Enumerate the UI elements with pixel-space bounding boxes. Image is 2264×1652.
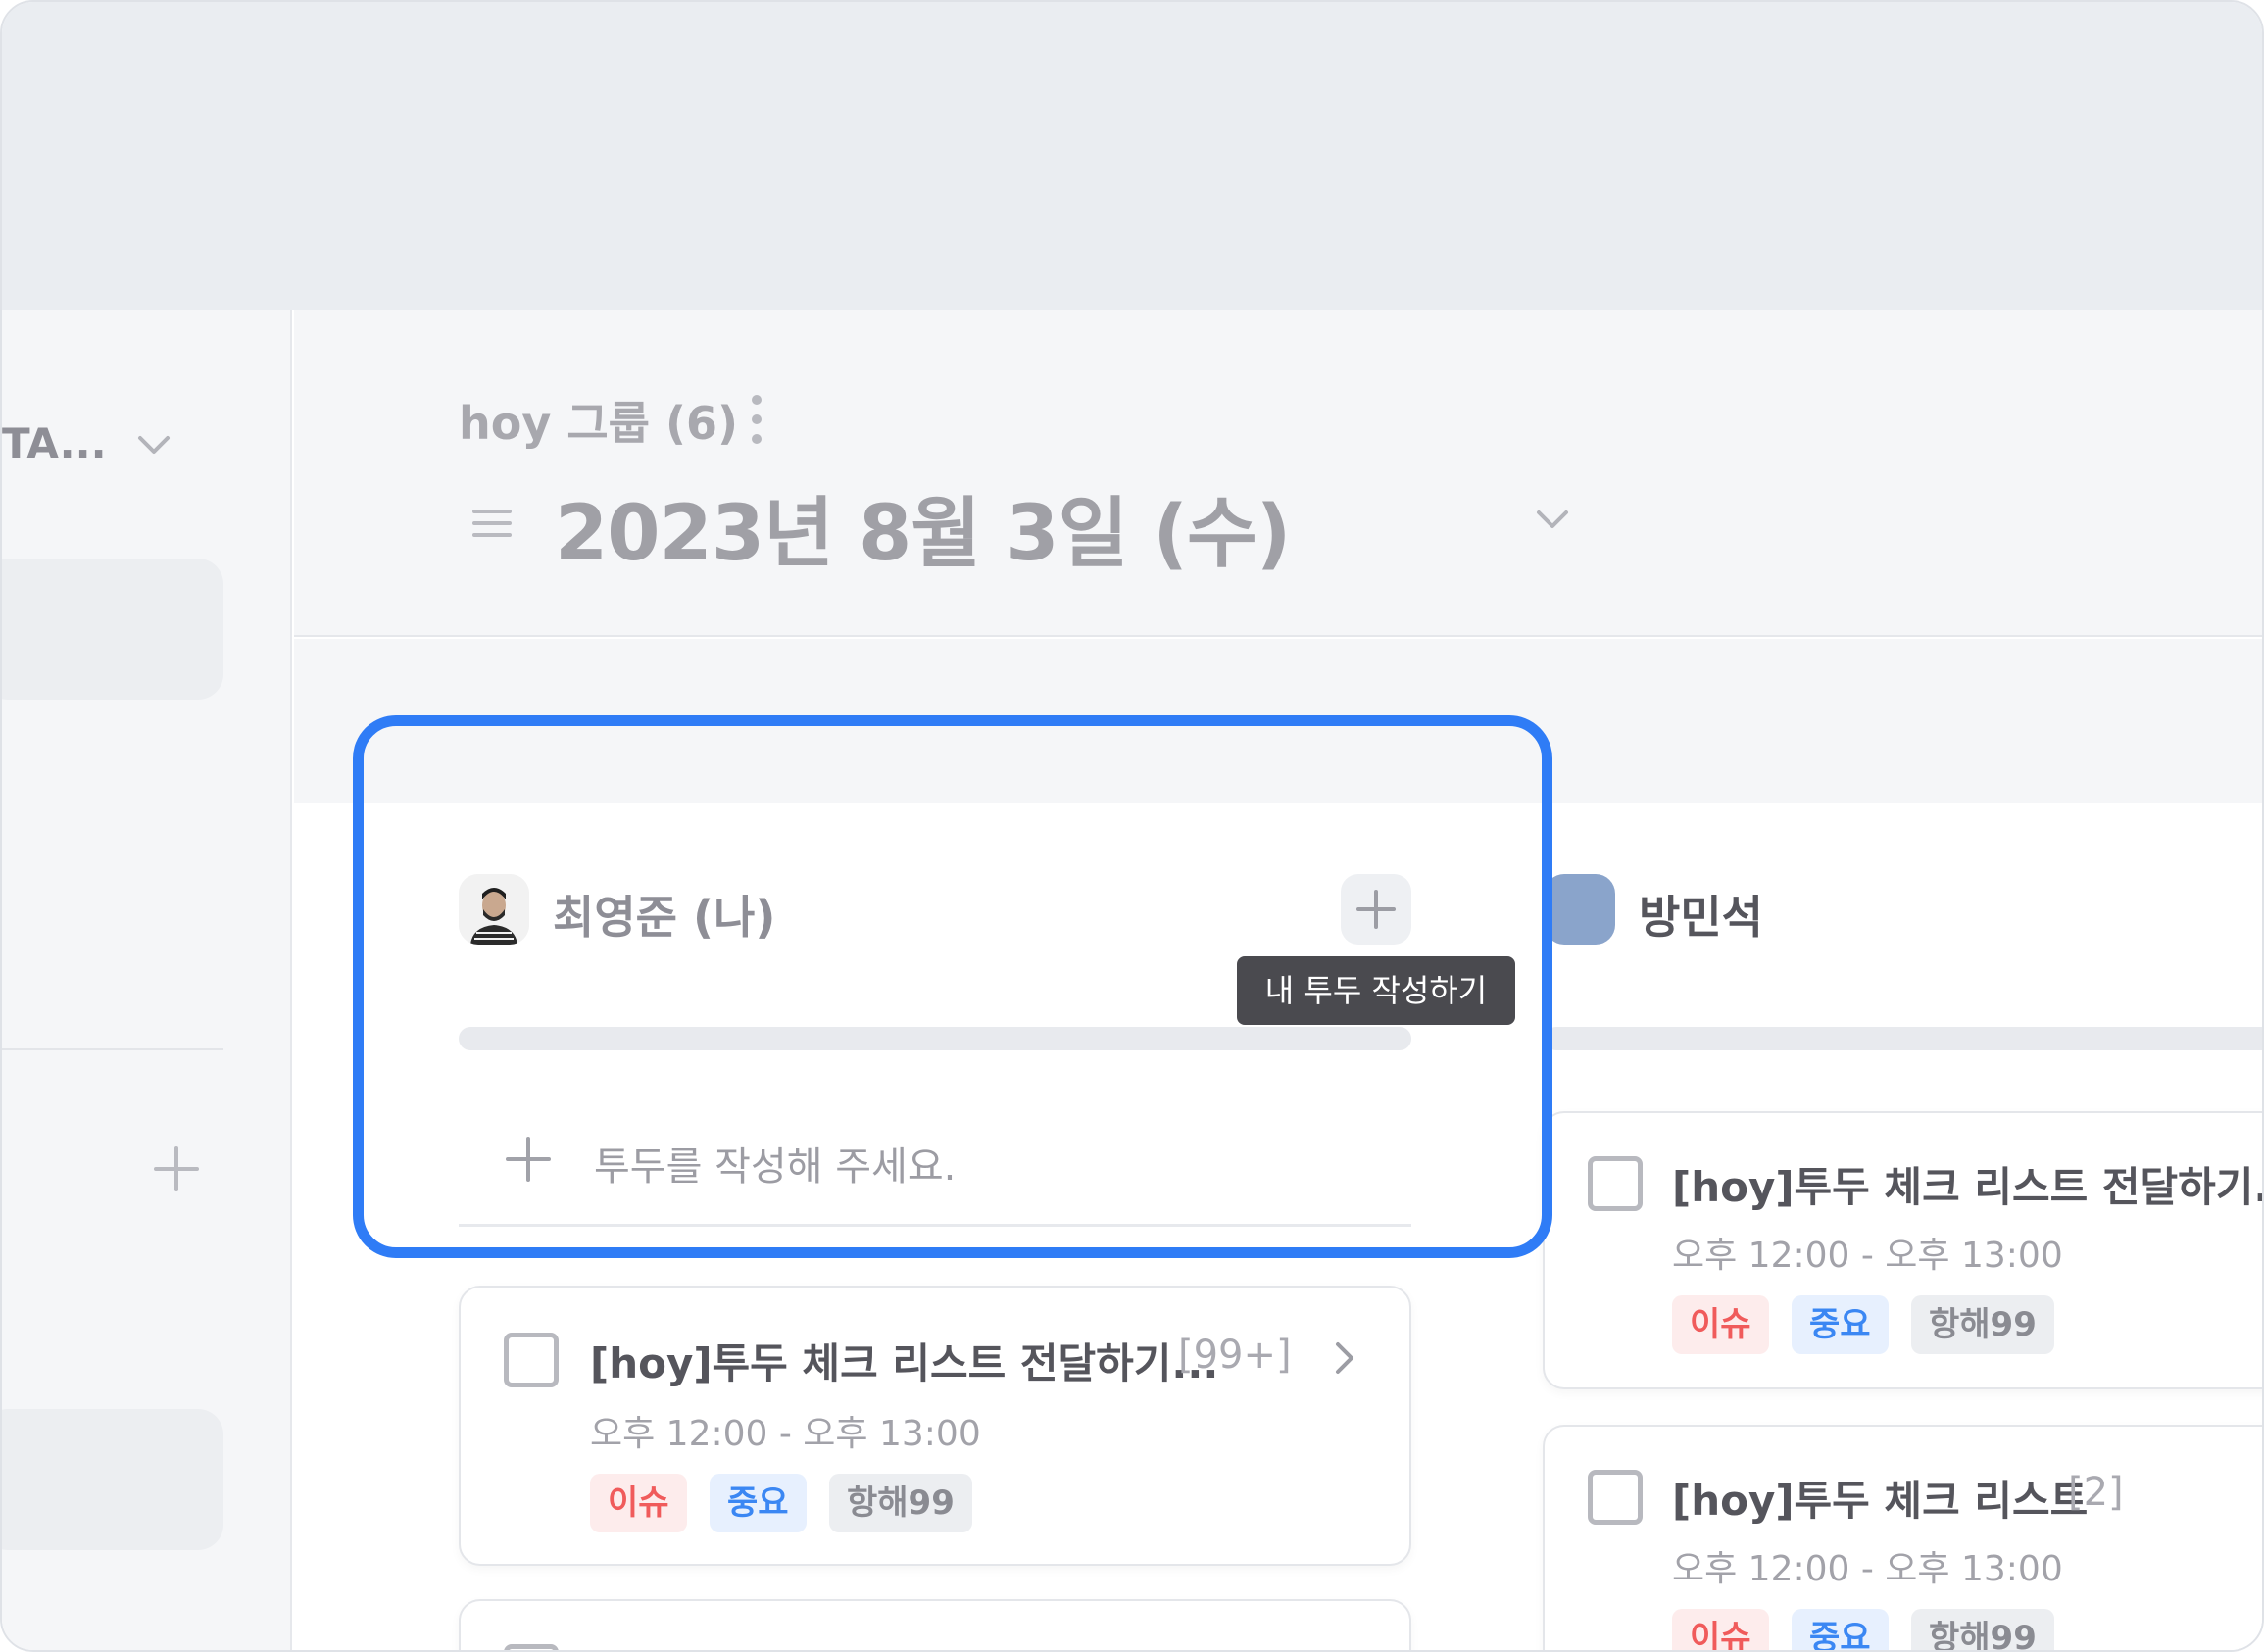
app-window: TA... hoy 그룹 (6) 2023년 8월 3일 (수) 최영준 (나)… (0, 0, 2264, 1652)
workspace-name[interactable]: TA... (2, 419, 107, 467)
menu-icon[interactable] (470, 502, 514, 545)
todo-time: 오후 12:00 - 오후 13:00 (1672, 1236, 2063, 1276)
sidebar-item[interactable] (2, 1409, 223, 1550)
todo-time: 오후 12:00 - 오후 13:00 (590, 1414, 981, 1454)
todo-comment-count: [99+] (1178, 1333, 1292, 1378)
avatar (1545, 874, 1615, 945)
tag-project: 항해99 (829, 1474, 972, 1532)
todo-card[interactable]: [hoy]투두 체크 리스트 전달하기... 오후 12:00 - 오후 13:… (1543, 1111, 2264, 1389)
tag-important: 중요 (710, 1474, 807, 1532)
tag-project: 항해99 (1911, 1609, 2054, 1650)
more-options-icon[interactable] (747, 392, 766, 447)
tag-important: 중요 (1792, 1295, 1889, 1354)
tag-issue: 이슈 (1672, 1609, 1769, 1650)
tag-issue: 이슈 (1672, 1295, 1769, 1354)
page-header: hoy 그룹 (6) 2023년 8월 3일 (수) (294, 310, 2262, 637)
top-bar (2, 2, 2262, 310)
todo-card[interactable]: [hoy]투두 체크 리스트 [2] 오후 12:00 - 오후 13:00 이… (1543, 1425, 2262, 1650)
todo-title: [hoy]투두 체크 리스트 전달하기... (1672, 1163, 2264, 1211)
todo-comment-count: [2] (2068, 1470, 2124, 1515)
chevron-down-icon[interactable] (134, 425, 173, 464)
tag-project: 항해99 (1911, 1295, 2054, 1354)
plus-icon[interactable] (152, 1144, 201, 1193)
sidebar-selected-item[interactable] (2, 559, 223, 700)
todo-checkbox[interactable] (1588, 1470, 1643, 1525)
sidebar-divider (2, 1048, 223, 1050)
progress-bar (1545, 1027, 2262, 1050)
group-title: hoy 그룹 (6) (459, 397, 739, 450)
member-header: 방민석 (1545, 864, 2262, 958)
todo-checkbox[interactable] (504, 1333, 559, 1387)
todo-title: [hoy]투두 체크 리스트 (1672, 1477, 2089, 1525)
todo-card[interactable]: [hoy]투두 체크 리스트 전달하기... [99+] 오후 12:00 - … (459, 1286, 1411, 1566)
todo-time: 오후 12:00 - 오후 13:00 (1672, 1549, 2063, 1589)
member-column: 방민석 (1545, 864, 2262, 958)
member-name: 방민석 (1639, 891, 1763, 944)
chevron-right-icon[interactable] (1325, 1338, 1364, 1378)
date-title[interactable]: 2023년 8월 3일 (수) (555, 472, 1291, 582)
todo-card[interactable] (459, 1599, 1411, 1650)
todo-checkbox[interactable] (504, 1644, 559, 1650)
todo-checkbox[interactable] (1588, 1156, 1643, 1211)
chevron-down-icon[interactable] (1531, 498, 1574, 541)
highlight-box (353, 715, 1552, 1258)
todo-title: [hoy]투두 체크 리스트 전달하기... (590, 1339, 1219, 1387)
tag-issue: 이슈 (590, 1474, 687, 1532)
tag-important: 중요 (1792, 1609, 1889, 1650)
sidebar: TA... (2, 310, 292, 1650)
